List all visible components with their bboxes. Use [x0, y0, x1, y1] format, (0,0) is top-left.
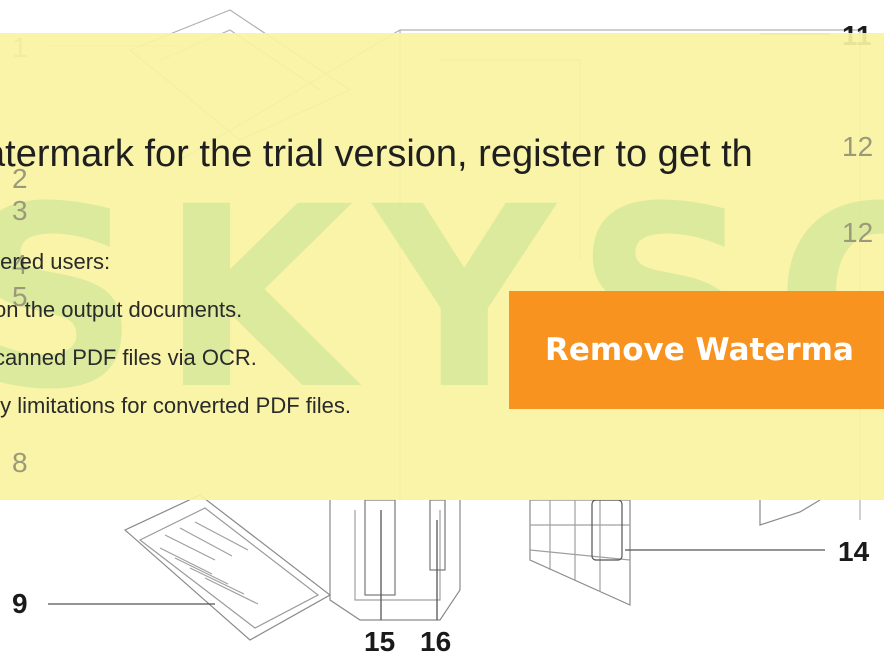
callout-number-16: 16	[420, 626, 452, 657]
watermark-headline: atermark for the trial version, register…	[0, 133, 753, 175]
callout-number-12: 12	[842, 217, 874, 248]
benefit-item: on the output documents.	[0, 297, 243, 322]
benefit-item: canned PDF files via OCR.	[0, 345, 257, 370]
callout-number-15: 15	[364, 626, 396, 657]
benefit-item: ty limitations for converted PDF files.	[0, 393, 352, 418]
trial-watermark-overlay: SKYSO 2 3 4 5 8 12 12 atermark for the t…	[0, 33, 884, 500]
callout-number-3: 3	[12, 195, 28, 226]
benefits-intro: tered users:	[0, 249, 111, 274]
callout-number-11: 12	[842, 131, 874, 162]
callout-number-8: 8	[12, 447, 28, 478]
remove-watermark-button[interactable]: Remove Waterma	[509, 291, 884, 409]
callout-number-9: 9	[12, 588, 28, 619]
callout-number-14: 14	[838, 536, 870, 567]
benefits-list: tered users: on the output documents. ca…	[0, 238, 351, 430]
